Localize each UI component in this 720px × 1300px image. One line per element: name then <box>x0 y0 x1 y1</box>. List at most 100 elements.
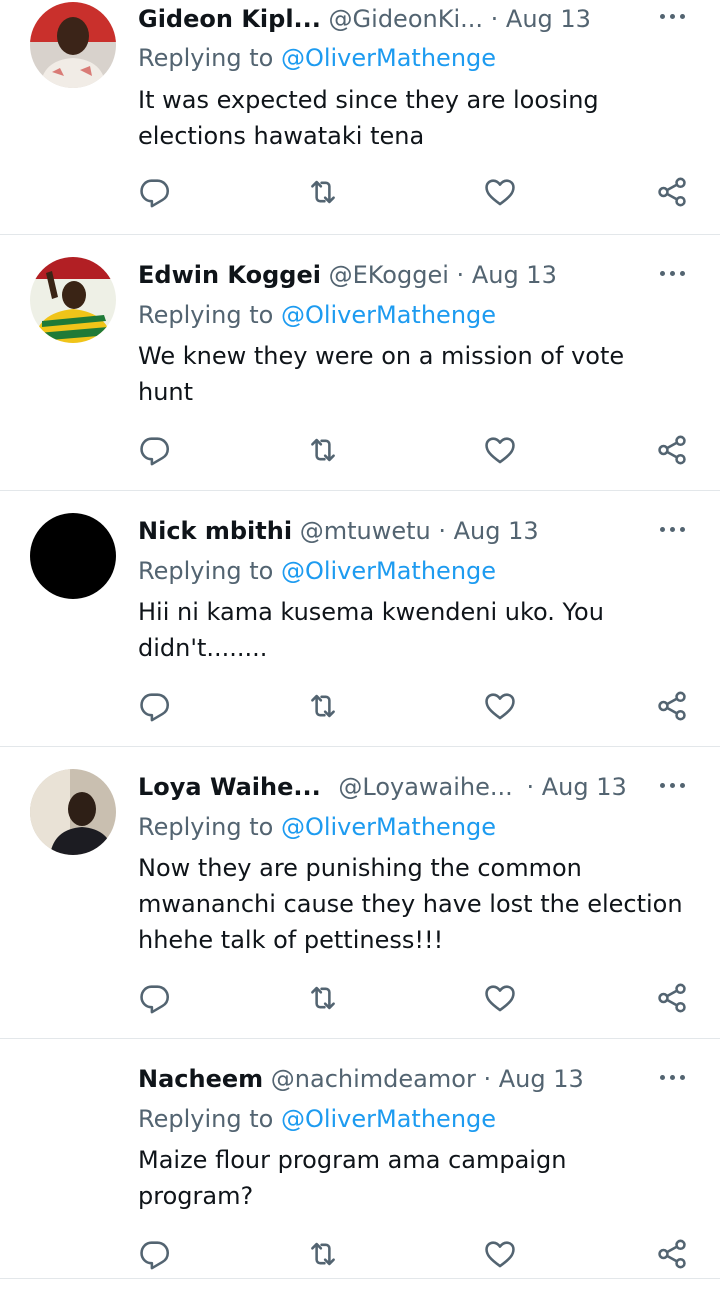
reply-icon <box>140 1241 170 1270</box>
retweet-icon <box>311 438 335 462</box>
author-name[interactable]: Nacheem <box>138 1065 263 1093</box>
more-options-icon[interactable] <box>658 1073 688 1083</box>
author-name[interactable]: Nick mbithi <box>138 517 292 545</box>
tweet-text: Maize flour program ama campaign program… <box>138 1146 575 1210</box>
separator-dot: · <box>526 773 535 801</box>
author-handle[interactable]: @GideonKi... <box>329 5 483 33</box>
like-button[interactable] <box>480 686 520 726</box>
avatar[interactable] <box>30 1061 116 1147</box>
avatar[interactable] <box>30 513 116 599</box>
reply-button[interactable] <box>135 1234 175 1274</box>
tweet-actions <box>0 172 720 212</box>
author-handle[interactable]: @mtuwetu <box>300 517 431 545</box>
reply-tweet[interactable]: Loya Waihe... @Loyawaihe... · Aug 13 Rep… <box>0 747 720 1039</box>
more-options-icon[interactable] <box>658 269 688 279</box>
retweet-icon <box>311 694 335 718</box>
author-name[interactable]: Gideon Kipl... <box>138 5 321 33</box>
replies-feed: Gideon Kipl... @GideonKi... · Aug 13 Rep… <box>0 0 720 1300</box>
like-button[interactable] <box>480 172 520 212</box>
replying-to: Replying to @OliverMathenge <box>138 810 496 844</box>
reply-tweet[interactable]: Nick mbithi @mtuwetu · Aug 13 Replying t… <box>0 491 720 747</box>
tweet-actions <box>0 686 720 726</box>
tweet-actions <box>0 978 720 1018</box>
reply-icon <box>140 985 170 1014</box>
author-name[interactable]: Loya Waihe... <box>138 773 321 801</box>
reply-button[interactable] <box>135 172 175 212</box>
tweet-date[interactable]: Aug 13 <box>542 773 627 801</box>
tweet-date[interactable]: Aug 13 <box>506 5 591 33</box>
tweet-text: Now they are punishing the common mwanan… <box>138 854 691 954</box>
retweet-icon <box>311 1242 335 1266</box>
share-button[interactable] <box>652 172 692 212</box>
retweet-button[interactable] <box>303 686 343 726</box>
share-icon <box>658 435 686 465</box>
like-icon <box>485 985 515 1012</box>
tweet-date[interactable]: Aug 13 <box>472 261 557 289</box>
replying-to-prefix: Replying to <box>138 301 274 329</box>
more-options-icon[interactable] <box>658 12 688 22</box>
share-button[interactable] <box>652 686 692 726</box>
like-button[interactable] <box>480 430 520 470</box>
tweet-date[interactable]: Aug 13 <box>499 1065 584 1093</box>
like-button[interactable] <box>480 1234 520 1274</box>
author-handle[interactable]: @EKoggei <box>329 261 449 289</box>
separator-dot: · <box>483 1065 492 1093</box>
like-icon <box>485 179 515 206</box>
reply-tweet[interactable]: Gideon Kipl... @GideonKi... · Aug 13 Rep… <box>0 0 720 235</box>
more-options-icon[interactable] <box>658 525 688 535</box>
separator-dot: · <box>490 5 499 33</box>
share-button[interactable] <box>652 978 692 1018</box>
share-button[interactable] <box>652 430 692 470</box>
replying-to-mention[interactable]: @OliverMathenge <box>281 44 496 72</box>
replying-to-prefix: Replying to <box>138 44 274 72</box>
reply-icon <box>140 179 170 208</box>
retweet-button[interactable] <box>303 172 343 212</box>
tweet-actions <box>0 430 720 470</box>
avatar[interactable] <box>30 257 116 343</box>
tweet-header: Gideon Kipl... @GideonKi... · Aug 13 <box>138 2 690 36</box>
replying-to-mention[interactable]: @OliverMathenge <box>281 1105 496 1133</box>
separator-dot: · <box>456 261 465 289</box>
like-icon <box>485 437 515 464</box>
author-name[interactable]: Edwin Koggei <box>138 261 321 289</box>
replying-to-prefix: Replying to <box>138 813 274 841</box>
retweet-button[interactable] <box>303 1234 343 1274</box>
tweet-header: Loya Waihe... @Loyawaihe... · Aug 13 <box>138 770 690 804</box>
retweet-button[interactable] <box>303 430 343 470</box>
retweet-button[interactable] <box>303 978 343 1018</box>
share-icon <box>658 983 686 1013</box>
tweet-text: We knew they were on a mission of vote h… <box>138 342 632 406</box>
author-handle[interactable]: @nachimdeamor <box>271 1065 476 1093</box>
reply-icon <box>140 693 170 722</box>
replying-to-mention[interactable]: @OliverMathenge <box>281 813 496 841</box>
share-button[interactable] <box>652 1234 692 1274</box>
more-options-icon[interactable] <box>658 781 688 791</box>
like-button[interactable] <box>480 978 520 1018</box>
tweet-text: It was expected since they are loosing e… <box>138 86 607 150</box>
share-icon <box>658 691 686 721</box>
tweet-text: Hii ni kama kusema kwendeni uko. You did… <box>138 598 612 662</box>
reply-tweet[interactable]: Nacheem @nachimdeamor · Aug 13 Replying … <box>0 1039 720 1279</box>
reply-button[interactable] <box>135 430 175 470</box>
replying-to-prefix: Replying to <box>138 557 274 585</box>
share-icon <box>658 177 686 207</box>
share-icon <box>658 1239 686 1269</box>
reply-tweet[interactable]: Edwin Koggei @EKoggei · Aug 13 Replying … <box>0 235 720 491</box>
avatar[interactable] <box>30 769 116 855</box>
replying-to: Replying to @OliverMathenge <box>138 554 496 588</box>
tweet-header: Edwin Koggei @EKoggei · Aug 13 <box>138 258 690 292</box>
tweet-date[interactable]: Aug 13 <box>454 517 539 545</box>
author-handle[interactable]: @Loyawaihe... <box>338 773 512 801</box>
separator-dot: · <box>438 517 446 545</box>
tweet-header: Nick mbithi @mtuwetu · Aug 13 <box>138 514 690 548</box>
like-icon <box>485 1241 515 1268</box>
tweet-actions <box>0 1234 720 1274</box>
replying-to: Replying to @OliverMathenge <box>138 41 496 75</box>
avatar[interactable] <box>30 2 116 88</box>
reply-button[interactable] <box>135 686 175 726</box>
reply-button[interactable] <box>135 978 175 1018</box>
replying-to-mention[interactable]: @OliverMathenge <box>281 557 496 585</box>
replying-to: Replying to @OliverMathenge <box>138 298 496 332</box>
reply-icon <box>140 437 170 466</box>
replying-to-mention[interactable]: @OliverMathenge <box>281 301 496 329</box>
